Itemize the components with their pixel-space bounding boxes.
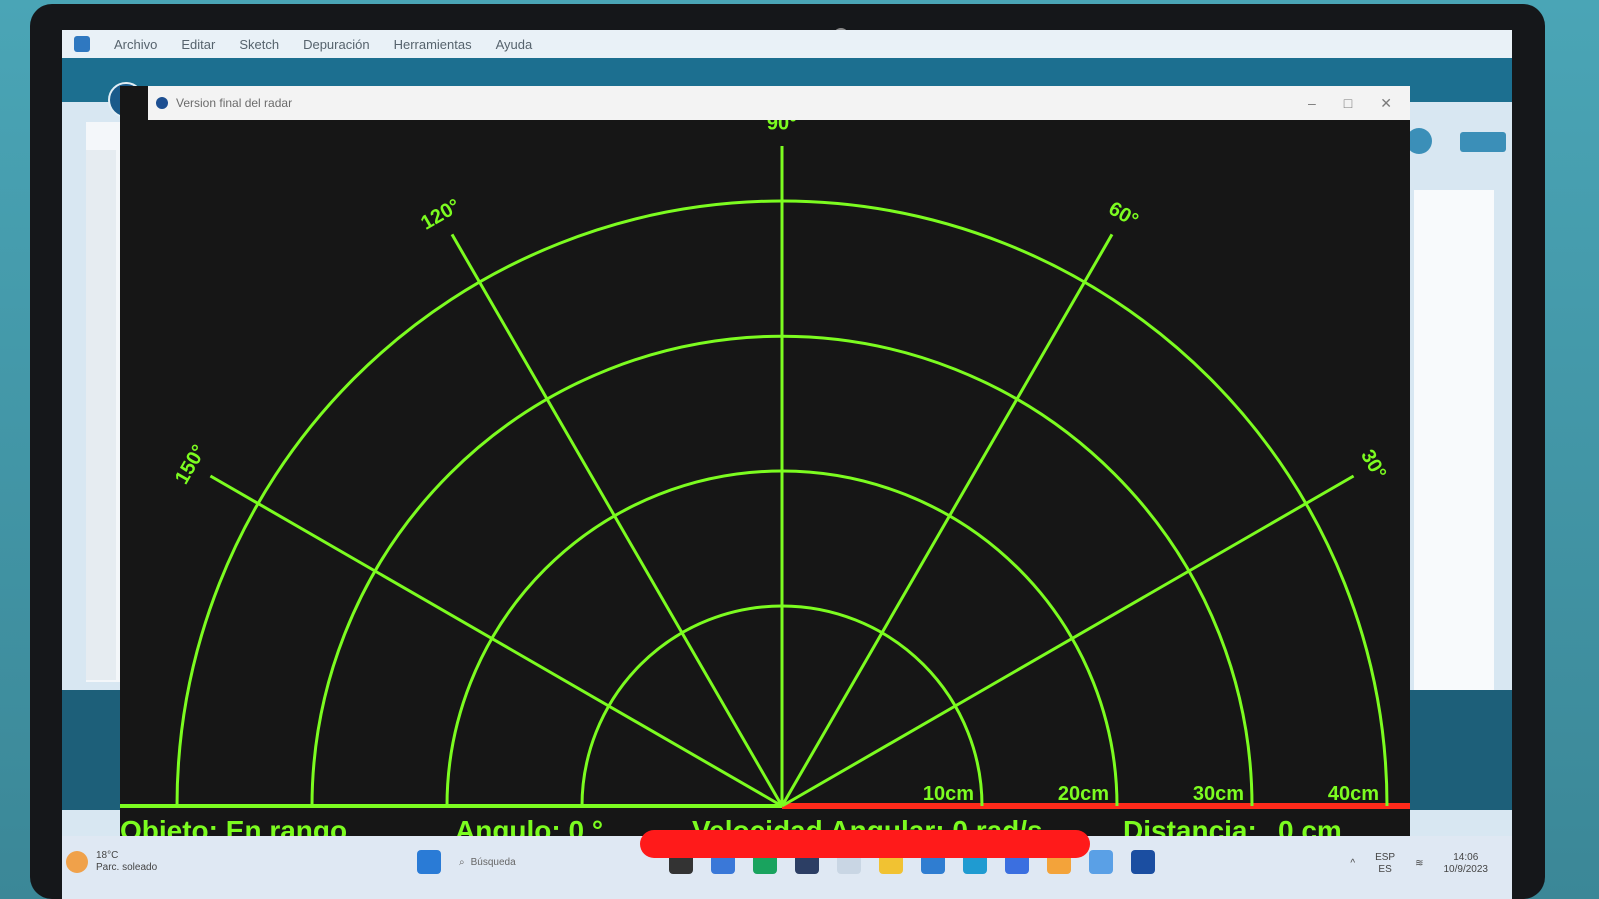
menu-herramientas[interactable]: Herramientas	[394, 37, 472, 52]
system-tray: ^ ESP ES ≋ 14:06 10/9/2023	[1350, 852, 1488, 876]
angle-label-90: 90°	[767, 120, 797, 134]
menu-sketch[interactable]: Sketch	[239, 37, 279, 52]
menu-editar[interactable]: Editar	[181, 37, 215, 52]
search-icon: ⌕	[459, 856, 465, 868]
weather-widget[interactable]: 18°C Parc. soleado	[66, 850, 157, 874]
line-number-gutter	[86, 150, 116, 680]
language-indicator[interactable]: ESP ES	[1375, 852, 1395, 876]
processing-icon[interactable]	[1131, 850, 1155, 874]
clock[interactable]: 14:06 10/9/2023	[1444, 852, 1489, 876]
weather-desc: Parc. soleado	[96, 862, 158, 873]
search-placeholder: Búsqueda	[470, 856, 516, 868]
clock-time: 14:06	[1453, 852, 1479, 863]
tab-menu-button[interactable]	[1460, 132, 1506, 152]
radar-spoke-30	[781, 474, 1355, 808]
red-highlight-mark	[640, 830, 1090, 858]
ring-label-1: 10cm	[923, 783, 974, 805]
radar-grid	[120, 146, 1410, 809]
clock-date: 10/9/2023	[1443, 864, 1489, 875]
minimize-button[interactable]: –	[1308, 95, 1316, 112]
taskbar-search[interactable]: ⌕ Búsqueda	[459, 850, 609, 874]
ring-label-4: 40cm	[1328, 783, 1379, 805]
weather-sun-icon	[66, 851, 88, 873]
radar-sketch-window: Version final del radar – □ ✕ 150° 120° 90…	[120, 86, 1410, 866]
angle-label-30: 30°	[1356, 446, 1390, 483]
laptop-screen: Archivo Editar Sketch Depuración Herrami…	[62, 30, 1512, 899]
sketch-titlebar[interactable]: Version final del radar – □ ✕	[148, 86, 1410, 120]
ide-right-panel	[1414, 190, 1494, 690]
radar-spoke-60	[780, 233, 1114, 807]
arduino-icon[interactable]	[1089, 850, 1113, 874]
ide-menubar: Archivo Editar Sketch Depuración Herrami…	[62, 30, 1512, 58]
radar-spoke-120	[450, 233, 784, 807]
angle-label-150: 150°	[171, 441, 211, 488]
menu-archivo[interactable]: Archivo	[114, 37, 157, 52]
wifi-icon[interactable]: ≋	[1415, 858, 1423, 870]
close-button[interactable]: ✕	[1380, 95, 1392, 112]
maximize-button[interactable]: □	[1344, 95, 1352, 112]
angle-label-120: 120°	[417, 195, 464, 235]
tray-chevron-icon[interactable]: ^	[1350, 858, 1355, 870]
sketch-window-title: Version final del radar	[176, 96, 293, 110]
ring-label-2: 20cm	[1058, 783, 1109, 805]
start-icon[interactable]	[417, 850, 441, 874]
weather-temp: 18°C	[96, 850, 119, 861]
angle-label-60: 60°	[1105, 198, 1142, 232]
ring-label-3: 30cm	[1193, 783, 1244, 805]
window-controls: – □ ✕	[1308, 95, 1410, 112]
radar-display: 150°120°90°60°30°10cm 20cm 30cm 40cm Objeto…	[120, 120, 1410, 846]
sketch-app-icon	[156, 97, 168, 109]
menu-depuracion[interactable]: Depuración	[303, 37, 370, 52]
radar-spoke-150	[209, 474, 783, 808]
menu-ayuda[interactable]: Ayuda	[496, 37, 533, 52]
ide-app-icon	[74, 36, 90, 52]
